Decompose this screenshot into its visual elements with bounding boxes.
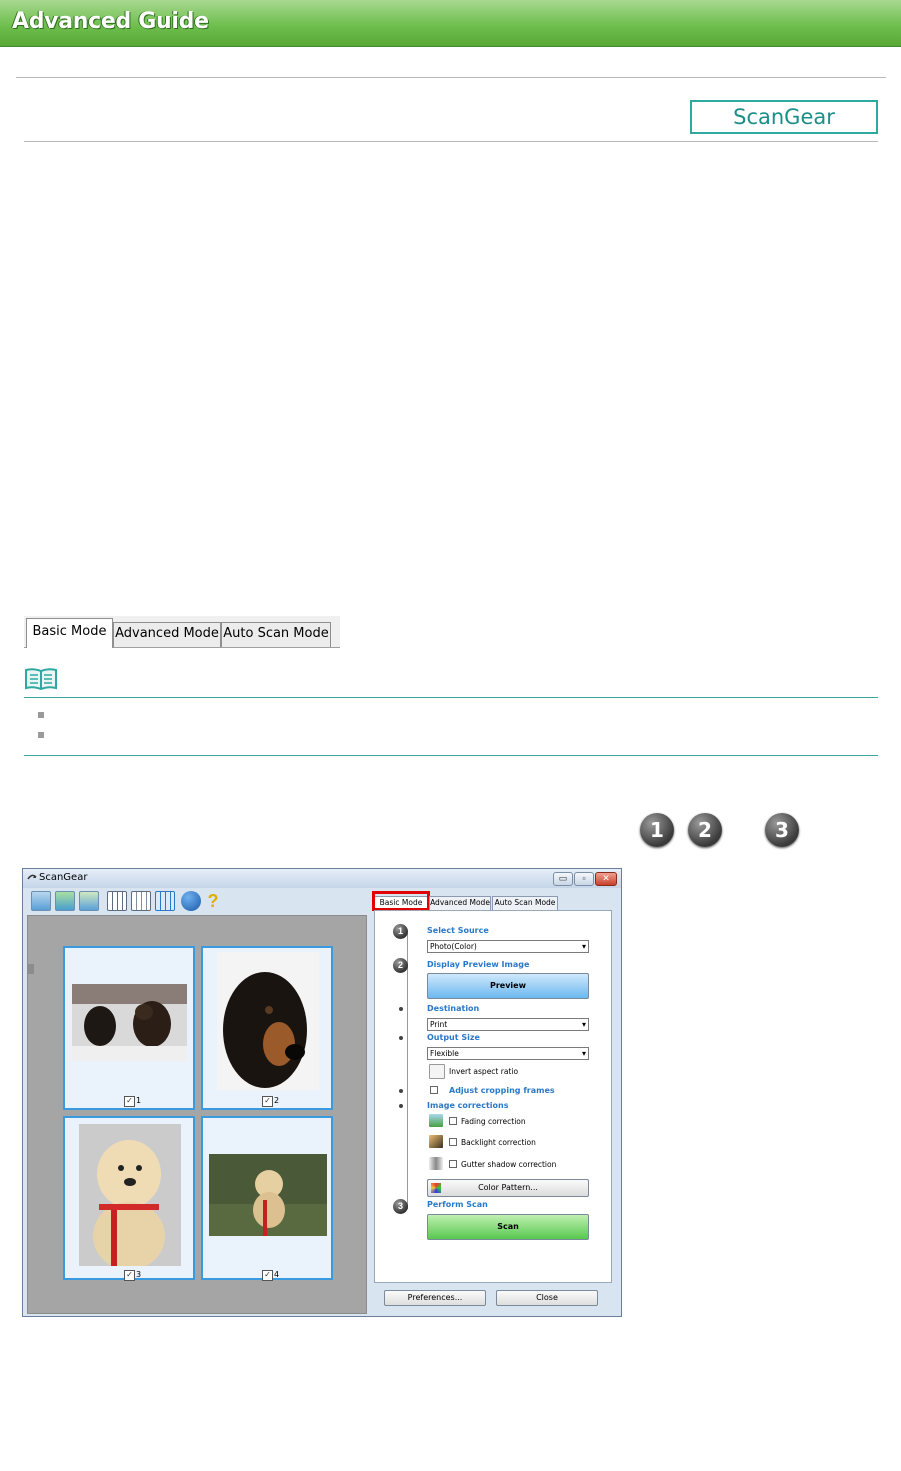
photo-two-dogs (72, 984, 187, 1061)
frame-number: 4 (274, 1270, 280, 1279)
output-size-label: Output Size (427, 1033, 480, 1042)
photo-lab-on-grass (209, 1154, 327, 1236)
destination-dropdown[interactable]: Print (427, 1018, 589, 1031)
note-book-icon (25, 668, 57, 691)
step-three-icon: 3 (765, 813, 799, 847)
note-divider (24, 697, 878, 698)
window-title: ScanGear (39, 872, 88, 883)
bullet-icon (38, 732, 44, 738)
tab-auto-scan-mode[interactable]: Auto Scan Mode (492, 896, 558, 910)
step-dot (399, 1089, 403, 1093)
step-two-icon: 2 (688, 813, 722, 847)
title-bar (23, 869, 621, 888)
scan-button[interactable]: Scan (427, 1214, 589, 1240)
select-source-label: Select Source (427, 926, 489, 935)
divider (24, 141, 878, 142)
frame-checkbox[interactable]: ✓ (262, 1096, 273, 1107)
check-all-frames-icon[interactable] (107, 891, 127, 911)
info-icon[interactable] (181, 891, 201, 911)
minimize-button[interactable]: ▭ (553, 872, 573, 886)
display-preview-label: Display Preview Image (427, 960, 530, 969)
mode-tab-strip: Basic Mode Advanced Mode Auto Scan Mode (24, 616, 340, 648)
tab-advanced-mode[interactable]: Advanced Mode (113, 622, 221, 647)
divider (28, 964, 34, 974)
thumbnail-4[interactable]: ✓ 4 (201, 1116, 333, 1281)
thumbnail-1[interactable]: ✓ 1 (63, 946, 195, 1110)
page-title: Advanced Guide (12, 9, 209, 34)
preferences-button[interactable]: Preferences... (384, 1290, 486, 1306)
invert-aspect-label: Invert aspect ratio (449, 1067, 519, 1076)
adjust-cropping-checkbox[interactable] (430, 1086, 438, 1094)
fading-correction-icon (429, 1114, 443, 1127)
tab-advanced-mode[interactable]: Advanced Mode (429, 896, 491, 910)
close-window-button[interactable]: ✕ (595, 872, 617, 886)
preview-button[interactable]: Preview (427, 973, 589, 999)
step-one-icon: 1 (640, 813, 674, 847)
bullet-icon (38, 712, 44, 718)
backlight-correction-icon (429, 1135, 443, 1148)
photo-yellow-lab (79, 1124, 181, 1266)
scangear-app-icon (27, 874, 37, 880)
select-source-dropdown[interactable]: Photo(Color) (427, 940, 589, 953)
preview-area: ✓ 1 ✓ 2 ✓ 3 ✓ 4 (27, 915, 367, 1314)
adjust-cropping-label: Adjust cropping frames (449, 1086, 555, 1095)
rotate-left-icon[interactable] (31, 891, 51, 911)
close-button[interactable]: Close (496, 1290, 598, 1306)
color-pattern-icon (431, 1183, 441, 1193)
fading-checkbox[interactable] (449, 1117, 457, 1125)
scangear-window: ScanGear ▭ ▫ ✕ ? ✓ 1 ✓ 2 ✓ 3 ✓ 4 Basic M… (22, 868, 622, 1317)
step-three-icon: 3 (393, 1199, 408, 1214)
photo-dachshund (217, 952, 319, 1090)
step-dot (399, 1036, 403, 1040)
divider (407, 933, 408, 1209)
color-pattern-label: Color Pattern... (478, 1183, 538, 1192)
color-pattern-button[interactable]: Color Pattern... (427, 1179, 589, 1197)
destination-label: Destination (427, 1004, 480, 1013)
step-one-icon: 1 (393, 924, 408, 939)
thumbnail-2[interactable]: ✓ 2 (201, 946, 333, 1110)
toolbar: ? (27, 889, 367, 913)
maximize-button[interactable]: ▫ (574, 872, 594, 886)
step-two-icon: 2 (393, 958, 408, 973)
divider (16, 77, 886, 78)
frame-checkbox[interactable]: ✓ (124, 1096, 135, 1107)
gutter-shadow-icon (429, 1157, 443, 1170)
gutter-label: Gutter shadow correction (461, 1160, 557, 1169)
header-banner: Advanced Guide (0, 0, 901, 47)
frame-checkbox[interactable]: ✓ (262, 1270, 273, 1281)
rotate-right-icon[interactable] (55, 891, 75, 911)
invert-aspect-icon[interactable] (429, 1064, 445, 1079)
step-dot (399, 1104, 403, 1108)
tab-basic-mode[interactable]: Basic Mode (26, 618, 113, 648)
uncheck-all-frames-icon[interactable] (131, 891, 151, 911)
frame-number: 3 (136, 1270, 142, 1279)
image-corrections-label: Image corrections (427, 1101, 509, 1110)
frame-number: 2 (274, 1096, 280, 1105)
step-dot (399, 1007, 403, 1011)
help-icon[interactable]: ? (205, 891, 221, 911)
gutter-checkbox[interactable] (449, 1160, 457, 1168)
scangear-badge: ScanGear (690, 100, 878, 134)
output-size-dropdown[interactable]: Flexible (427, 1047, 589, 1060)
tab-auto-scan-mode[interactable]: Auto Scan Mode (221, 622, 331, 647)
backlight-checkbox[interactable] (449, 1138, 457, 1146)
frame-number: 1 (136, 1096, 142, 1105)
frame-checkbox[interactable]: ✓ (124, 1270, 135, 1281)
perform-scan-label: Perform Scan (427, 1200, 488, 1209)
auto-crop-icon[interactable] (79, 891, 99, 911)
fading-label: Fading correction (461, 1117, 526, 1126)
highlight-box (372, 891, 430, 911)
settings-panel: 1 Select Source Photo(Color) 2 Display P… (374, 910, 612, 1283)
backlight-label: Backlight correction (461, 1138, 536, 1147)
select-all-frames-icon[interactable] (155, 891, 175, 911)
note-divider (24, 755, 878, 756)
thumbnail-3[interactable]: ✓ 3 (63, 1116, 195, 1281)
